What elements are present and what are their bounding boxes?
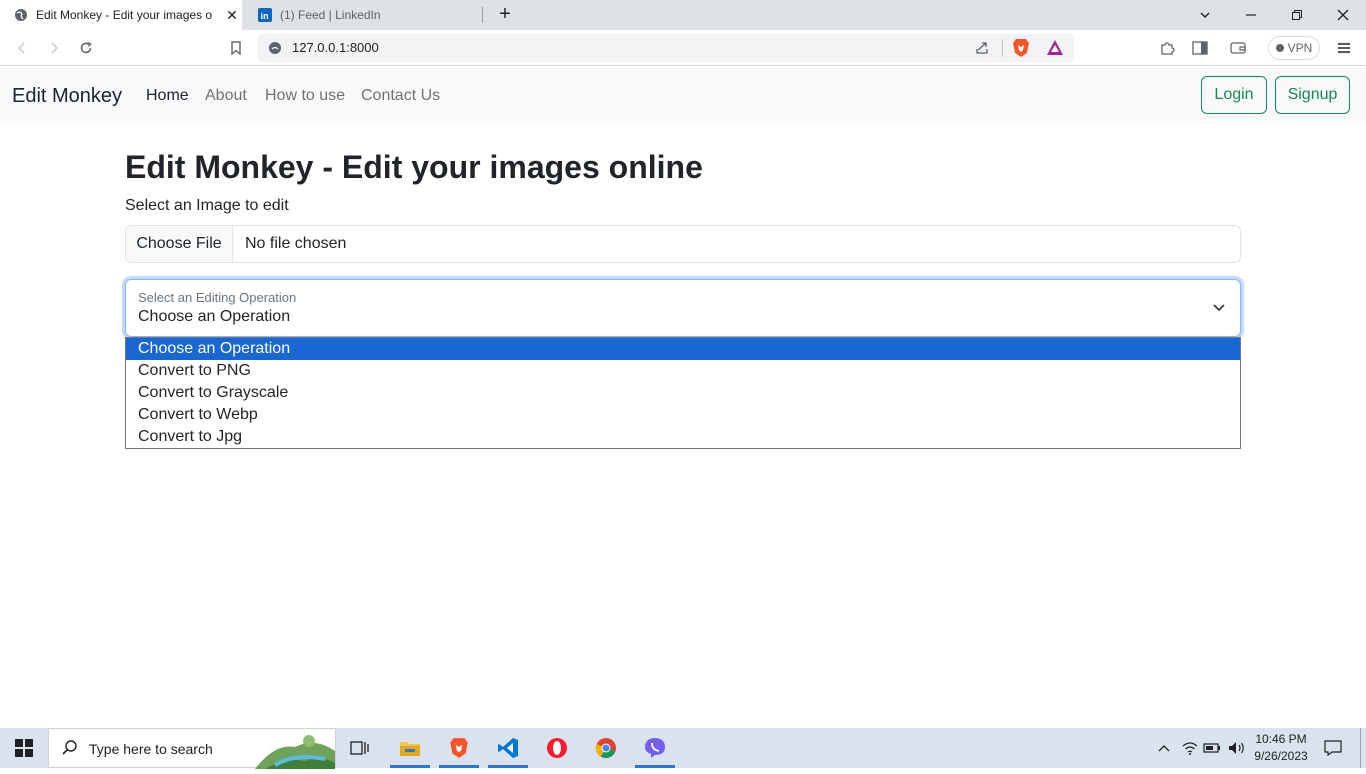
extensions-icon[interactable] bbox=[1157, 38, 1177, 58]
tab-title: (1) Feed | LinkedIn bbox=[280, 8, 381, 22]
close-window-icon[interactable] bbox=[1320, 0, 1366, 30]
address-bar[interactable]: 127.0.0.1:8000 bbox=[258, 34, 1074, 62]
option-convert-to-jpg[interactable]: Convert to Jpg bbox=[126, 426, 1240, 448]
nav-link-how-to-use[interactable]: How to use bbox=[265, 87, 345, 105]
tab-divider bbox=[482, 7, 483, 23]
taskbar-search-box[interactable]: Type here to search bbox=[48, 728, 336, 769]
brave-browser-icon[interactable] bbox=[435, 728, 483, 768]
browser-tab-bar: Edit Monkey - Edit your images o ✕ in (1… bbox=[0, 0, 1366, 30]
image-file-input[interactable]: Choose File No file chosen bbox=[125, 225, 1241, 263]
signup-button[interactable]: Signup bbox=[1275, 76, 1350, 114]
back-icon[interactable] bbox=[12, 38, 32, 58]
svg-text:in: in bbox=[261, 11, 269, 21]
choose-file-button[interactable]: Choose File bbox=[126, 226, 233, 262]
file-explorer-icon[interactable] bbox=[386, 728, 434, 768]
close-tab-icon[interactable]: ✕ bbox=[222, 7, 242, 24]
vpn-label: VPN bbox=[1287, 41, 1313, 55]
minimize-icon[interactable] bbox=[1228, 0, 1274, 30]
option-convert-to-grayscale[interactable]: Convert to Grayscale bbox=[126, 382, 1240, 404]
vscode-icon[interactable] bbox=[484, 728, 532, 768]
tab-search-chevron-icon[interactable] bbox=[1182, 0, 1228, 30]
clock-date: 9/26/2023 bbox=[1254, 749, 1308, 763]
page-title: Edit Monkey - Edit your images online bbox=[125, 149, 703, 185]
chevron-down-icon bbox=[1212, 300, 1226, 314]
brave-shields-icon[interactable] bbox=[1012, 38, 1030, 63]
option-convert-to-png[interactable]: Convert to PNG bbox=[126, 360, 1240, 382]
site-info-icon[interactable] bbox=[268, 41, 282, 60]
tab-edit-monkey[interactable]: Edit Monkey - Edit your images o ✕ bbox=[0, 0, 242, 30]
menu-icon[interactable] bbox=[1334, 38, 1354, 58]
clock-time: 10:46 PM bbox=[1255, 732, 1307, 746]
linkedin-icon: in bbox=[258, 8, 272, 22]
search-icon bbox=[61, 739, 81, 759]
url-text: 127.0.0.1:8000 bbox=[292, 40, 379, 55]
vpn-button[interactable]: VPN bbox=[1268, 36, 1320, 60]
windows-taskbar: Type here to search 10:46 PM 9/26/2023 bbox=[0, 728, 1366, 769]
new-tab-icon[interactable]: + bbox=[494, 4, 516, 26]
sidebar-icon[interactable] bbox=[1190, 38, 1210, 58]
nav-link-about[interactable]: About bbox=[205, 87, 247, 105]
bookmark-icon[interactable] bbox=[226, 38, 246, 58]
forward-icon[interactable] bbox=[44, 38, 64, 58]
option-convert-to-webp[interactable]: Convert to Webp bbox=[126, 404, 1240, 426]
browser-toolbar: 127.0.0.1:8000 VPN bbox=[0, 30, 1366, 66]
wallet-icon[interactable] bbox=[1228, 38, 1248, 58]
restore-icon[interactable] bbox=[1274, 0, 1320, 30]
task-view-icon[interactable] bbox=[336, 728, 384, 768]
tab-linkedin[interactable]: in (1) Feed | LinkedIn bbox=[244, 0, 482, 30]
nav-link-contact-us[interactable]: Contact Us bbox=[361, 87, 440, 105]
brave-rewards-icon[interactable] bbox=[1046, 39, 1064, 61]
site-navbar: Edit Monkey Home About How to use Contac… bbox=[0, 67, 1366, 123]
operation-select-value: Choose an Operation bbox=[138, 308, 291, 325]
operation-select-label: Select an Editing Operation bbox=[138, 290, 297, 305]
tab-title: Edit Monkey - Edit your images o bbox=[36, 8, 213, 22]
opera-icon[interactable] bbox=[533, 728, 581, 768]
option-choose-an-operation[interactable]: Choose an Operation bbox=[126, 338, 1240, 360]
share-icon[interactable] bbox=[974, 40, 990, 61]
operation-dropdown-list: Choose an Operation Convert to PNG Conve… bbox=[125, 337, 1241, 449]
volume-icon[interactable] bbox=[1226, 728, 1248, 768]
brand-logo[interactable]: Edit Monkey bbox=[12, 85, 122, 108]
chrome-icon[interactable] bbox=[582, 728, 630, 768]
file-input-label: Select an Image to edit bbox=[125, 197, 289, 214]
taskbar-clock[interactable]: 10:46 PM 9/26/2023 bbox=[1252, 731, 1310, 765]
taskbar-search-placeholder: Type here to search bbox=[89, 741, 213, 757]
login-button[interactable]: Login bbox=[1201, 76, 1267, 114]
operation-select[interactable]: Select an Editing Operation Choose an Op… bbox=[125, 279, 1241, 337]
file-status-text: No file chosen bbox=[245, 235, 347, 252]
vpn-status-icon bbox=[1275, 44, 1284, 52]
wifi-icon[interactable] bbox=[1180, 728, 1200, 768]
show-desktop-button[interactable] bbox=[1360, 728, 1366, 768]
omnibox-divider bbox=[1002, 39, 1003, 57]
show-hidden-icons-chevron-icon[interactable] bbox=[1154, 728, 1174, 768]
reload-icon[interactable] bbox=[76, 38, 96, 58]
windows-start-icon[interactable] bbox=[0, 728, 48, 768]
viber-icon[interactable] bbox=[631, 728, 679, 768]
nav-link-home[interactable]: Home bbox=[146, 87, 189, 105]
battery-icon[interactable] bbox=[1202, 728, 1222, 768]
globe-icon bbox=[14, 8, 28, 22]
notifications-icon[interactable] bbox=[1318, 728, 1348, 768]
search-highlight-illustration bbox=[255, 729, 335, 769]
